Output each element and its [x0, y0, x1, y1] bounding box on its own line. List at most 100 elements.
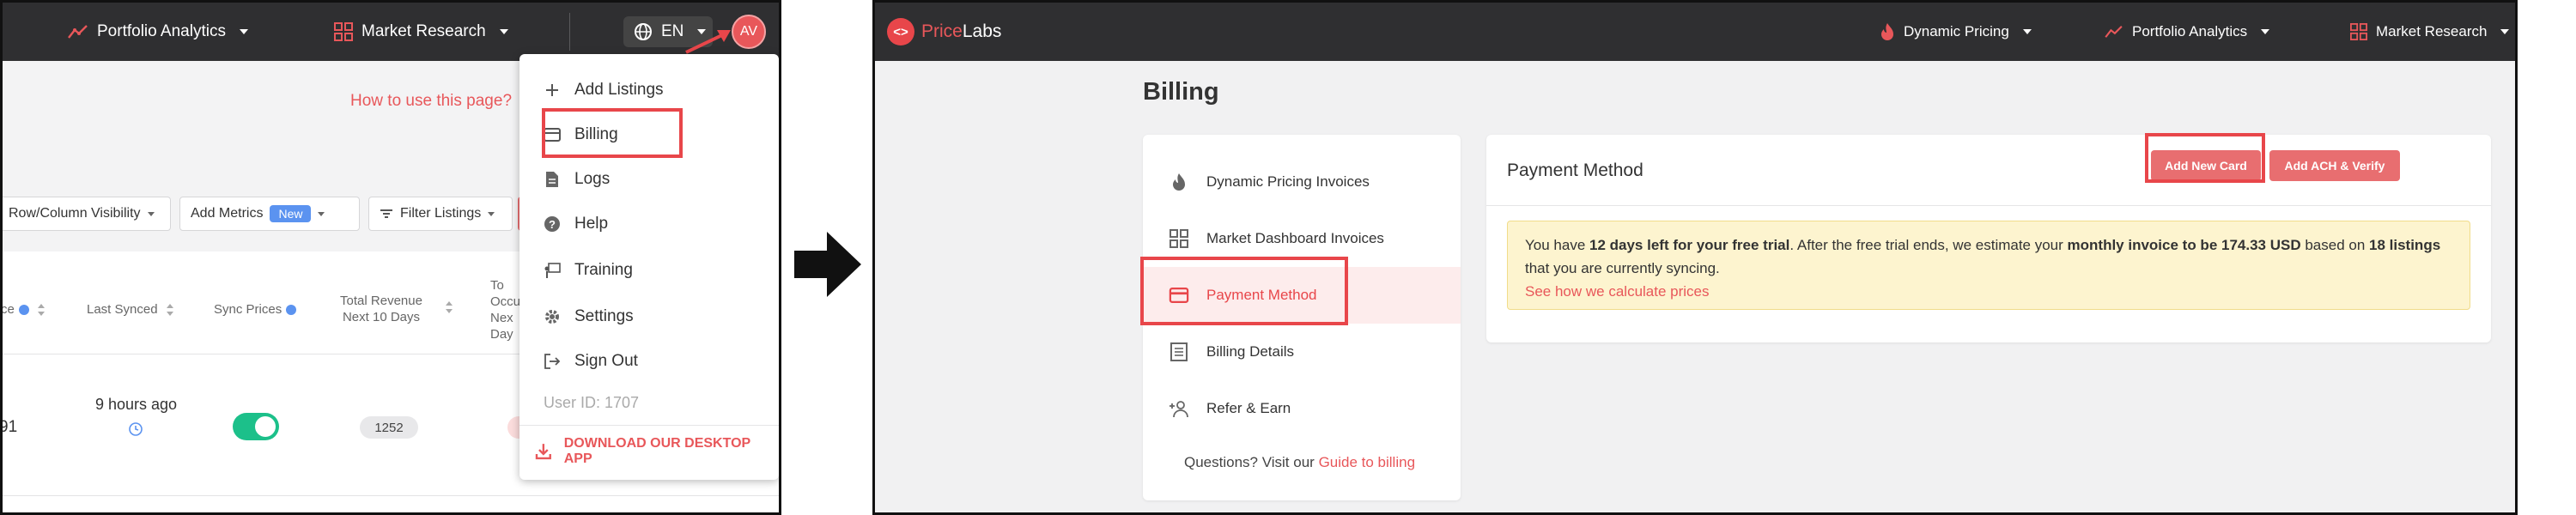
chevron-down-icon	[318, 211, 325, 216]
menu-divider	[519, 425, 779, 426]
menu-item-label: Training	[574, 261, 633, 279]
nav-market-research[interactable]: Market Research	[2350, 3, 2510, 61]
chevron-down-icon	[488, 211, 495, 216]
nav-portfolio-analytics[interactable]: Portfolio Analytics	[2105, 3, 2270, 61]
avatar[interactable]: AV	[732, 15, 766, 49]
row-column-visibility-button[interactable]: Row/Column Visibility	[3, 197, 171, 231]
filter-listings-label: Filter Listings	[400, 206, 482, 221]
free-trial-notice: You have 12 days left for your free tria…	[1507, 221, 2470, 310]
chevron-down-icon	[499, 29, 508, 34]
right-arrow-icon	[794, 232, 861, 297]
grid-icon	[1169, 228, 1189, 249]
nav-dynamic-pricing-label: Dynamic Pricing	[1904, 23, 2009, 39]
payment-method-card: Payment Method Add New Card Add ACH & Ve…	[1486, 135, 2491, 342]
sidebar-item-billing-details[interactable]: Billing Details	[1143, 324, 1461, 380]
column-header-sync-prices: Sync Prices	[214, 301, 297, 318]
menu-item-label: Logs	[574, 170, 611, 188]
brand-part2: Labs	[962, 21, 1002, 41]
chevron-down-icon	[239, 29, 248, 34]
sidebar-item-label: Dynamic Pricing Invoices	[1206, 173, 1370, 190]
last-synced-cell: 9 hours ago	[95, 396, 178, 413]
document-icon	[544, 171, 561, 188]
training-icon	[544, 262, 561, 279]
help-prefix: Questions? Visit our	[1184, 454, 1315, 470]
menu-item-label: Sign Out	[574, 352, 638, 370]
annotation-arrow-icon	[685, 30, 731, 54]
flame-icon	[1169, 172, 1189, 192]
chevron-down-icon	[2500, 29, 2510, 34]
guide-to-billing-link[interactable]: Guide to billing	[1319, 454, 1415, 470]
menu-item-add-listings[interactable]: Add Listings	[519, 73, 779, 107]
sidebar-item-label: Billing Details	[1206, 343, 1295, 360]
column-header-total-revenue: Total Revenue Next 10 Days	[340, 294, 422, 324]
sidebar-item-dynamic-pricing-invoices[interactable]: Dynamic Pricing Invoices	[1143, 154, 1461, 210]
flame-icon	[1881, 23, 1893, 40]
payment-method-title: Payment Method	[1507, 161, 1643, 180]
menu-item-settings[interactable]: Settings	[519, 300, 779, 334]
top-navbar: Portfolio Analytics Market Research EN A…	[3, 3, 779, 61]
highlight-add-new-card-box	[2145, 133, 2265, 183]
sort-icon	[38, 304, 46, 317]
sync-prices-toggle[interactable]	[233, 413, 279, 440]
nav-market-research-label: Market Research	[2376, 23, 2488, 39]
plus-icon	[544, 82, 561, 99]
nav-market-research[interactable]: Market Research	[334, 3, 508, 61]
filter-icon	[380, 209, 392, 218]
brand-part1: Price	[921, 21, 963, 41]
notice-line-1: You have 12 days left for your free tria…	[1525, 237, 2441, 253]
see-how-we-calculate-link[interactable]: See how we calculate prices	[1525, 280, 2452, 303]
chart-line-icon	[2105, 26, 2123, 38]
highlight-payment-method-box	[1140, 257, 1348, 325]
add-ach-verify-button[interactable]: Add ACH & Verify	[2269, 150, 2400, 181]
menu-item-sign-out[interactable]: Sign Out	[519, 344, 779, 379]
sort-icon	[166, 304, 173, 317]
info-icon	[18, 305, 29, 316]
add-user-icon	[1169, 398, 1189, 419]
menu-item-label: Settings	[574, 307, 634, 325]
price-cell: 91	[0, 418, 18, 436]
sort-icon	[446, 301, 453, 313]
menu-item-help[interactable]: ? Help	[519, 207, 779, 241]
sign-out-icon	[544, 353, 561, 370]
pricelabs-logo[interactable]: <> PriceLabs	[887, 18, 1001, 45]
download-desktop-app-link[interactable]: DOWNLOAD OUR DESKTOP APP	[519, 433, 779, 470]
grid-icon	[334, 22, 353, 41]
nav-portfolio-analytics-label: Portfolio Analytics	[2132, 23, 2248, 39]
column-header-last-synced: Last Synced	[87, 301, 173, 318]
nav-portfolio-analytics[interactable]: Portfolio Analytics	[68, 3, 248, 61]
logo-mark-icon: <>	[887, 18, 914, 45]
gear-icon	[544, 308, 561, 325]
chevron-down-icon	[2261, 29, 2270, 34]
menu-item-training[interactable]: Training	[519, 253, 779, 288]
grid-icon	[2350, 23, 2367, 40]
add-metrics-button[interactable]: Add Metrics New	[179, 197, 360, 231]
nav-portfolio-analytics-label: Portfolio Analytics	[97, 22, 226, 40]
menu-item-label: Help	[574, 215, 609, 233]
row-column-visibility-label: Row/Column Visibility	[9, 206, 141, 221]
language-label: EN	[661, 22, 684, 40]
row-divider	[3, 495, 779, 496]
clock-icon[interactable]	[128, 421, 143, 437]
highlight-billing-box	[542, 108, 683, 158]
user-id: User ID: 1707	[544, 394, 640, 411]
chart-line-icon	[68, 25, 88, 39]
notice-line-2: that you are currently syncing.	[1525, 260, 1720, 276]
menu-item-logs[interactable]: Logs	[519, 162, 779, 197]
svg-text:?: ?	[549, 218, 556, 231]
download-label: DOWNLOAD OUR DESKTOP APP	[563, 436, 750, 466]
navbar-divider	[569, 13, 570, 51]
chevron-down-icon	[147, 211, 155, 216]
filter-listings-button[interactable]: Filter Listings	[368, 197, 513, 231]
total-revenue-pill: 1252	[360, 416, 418, 439]
info-icon	[286, 305, 297, 316]
screenshot-after: <> PriceLabs Dynamic Pricing Portfolio A…	[872, 0, 2518, 515]
card-divider	[1486, 205, 2491, 206]
sidebar-item-refer-earn[interactable]: Refer & Earn	[1143, 380, 1461, 437]
sidebar-item-label: Refer & Earn	[1206, 400, 1291, 416]
page-title: Billing	[1143, 78, 1219, 106]
column-header-price: ce	[3, 301, 46, 318]
nav-dynamic-pricing[interactable]: Dynamic Pricing	[1880, 3, 2032, 61]
screenshot-before: Portfolio Analytics Market Research EN A…	[0, 0, 781, 515]
how-to-use-link[interactable]: How to use this page?	[350, 92, 512, 111]
top-navbar: <> PriceLabs Dynamic Pricing Portfolio A…	[875, 3, 2515, 61]
